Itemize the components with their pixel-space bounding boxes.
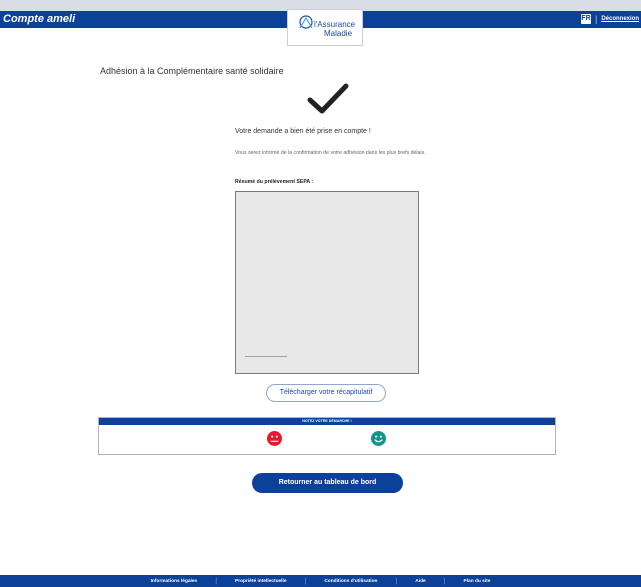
download-summary-button[interactable]: Télécharger votre récapitulatif <box>266 384 386 402</box>
assurance-maladie-logo[interactable]: l'Assurance Maladie <box>287 9 363 46</box>
brand-title[interactable]: Compte ameli <box>3 12 75 27</box>
logo-text-line1: l'Assurance <box>314 20 356 29</box>
footer-separator: | <box>304 577 307 585</box>
logout-link[interactable]: Déconnexion <box>601 13 639 25</box>
back-to-dashboard-button[interactable]: Retourner au tableau de bord <box>252 473 403 493</box>
footer-bar: Informations légales | Propriété intelle… <box>0 575 641 587</box>
header-right: FR | Déconnexion <box>580 13 639 25</box>
footer-links: Informations légales | Propriété intelle… <box>0 575 641 587</box>
footer-separator: | <box>443 577 446 585</box>
footer-separator: | <box>215 577 218 585</box>
sad-face-icon[interactable] <box>267 431 282 446</box>
checkmark-icon <box>307 83 349 114</box>
sepa-signature-line <box>245 356 287 357</box>
rating-panel: NOTEZ VOTRE DÉMARCHE ! <box>98 417 556 455</box>
sepa-summary-preview <box>235 191 419 374</box>
rating-title: NOTEZ VOTRE DÉMARCHE ! <box>99 418 555 425</box>
language-icon[interactable]: FR <box>580 14 591 24</box>
logo-emblem-icon <box>299 15 313 29</box>
page-title: Adhésion à la Complémentaire santé solid… <box>100 66 284 76</box>
footer-link-ip[interactable]: Propriété intellectuelle <box>235 579 286 584</box>
footer-link-legal[interactable]: Informations légales <box>151 579 198 584</box>
footer-link-help[interactable]: Aide <box>415 579 425 584</box>
happy-face-icon[interactable] <box>371 431 386 446</box>
footer-link-terms[interactable]: Conditions d'utilisation <box>324 579 377 584</box>
confirmation-message: Votre demande a bien été prise en compte… <box>235 128 371 135</box>
footer-separator: | <box>395 577 398 585</box>
logo-text-line2: Maladie <box>324 29 353 38</box>
sepa-summary-title: Résumé du prélèvement SEPA : <box>235 179 314 185</box>
info-message: Vous serez informé de la confirmation de… <box>235 150 426 156</box>
footer-link-sitemap[interactable]: Plan du site <box>464 579 491 584</box>
header-separator: | <box>594 14 598 24</box>
